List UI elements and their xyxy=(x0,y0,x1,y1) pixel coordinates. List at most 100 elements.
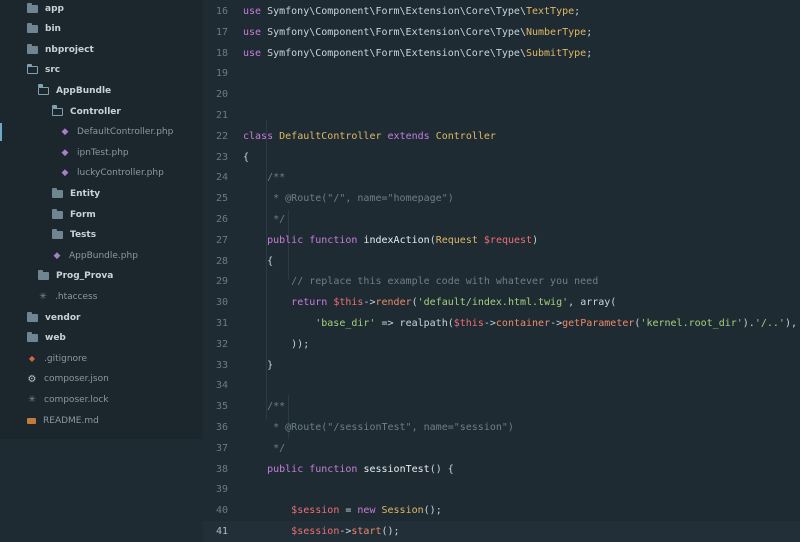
folder-icon xyxy=(27,23,38,34)
code-line[interactable]: 18 use Symfony\Component\Form\Extension\C… xyxy=(203,43,800,64)
tree-item[interactable]: vendor xyxy=(0,308,203,328)
line-number: 38 xyxy=(215,463,228,475)
code-line[interactable]: 40 $session = new Session(); xyxy=(203,500,800,521)
php-file-icon: ◆ xyxy=(61,147,69,158)
folder-icon xyxy=(38,270,49,281)
tree-item[interactable]: ◆ DefaultController.php xyxy=(0,122,203,142)
tree-item[interactable]: Controller xyxy=(0,102,203,122)
lock-file-icon: ✳ xyxy=(28,394,36,405)
tree-item[interactable]: Entity xyxy=(0,184,203,204)
tree-item-label: DefaultController.php xyxy=(77,127,174,138)
tree-item[interactable]: ⚙ composer.json xyxy=(0,369,203,389)
folder-icon xyxy=(52,229,63,240)
line-number: 33 xyxy=(215,359,228,371)
tree-item[interactable]: Form xyxy=(0,205,203,225)
tree-item[interactable]: src xyxy=(0,60,203,80)
tree-item[interactable]: bin xyxy=(0,19,203,39)
code-line[interactable]: 16 use Symfony\Component\Form\Extension\C… xyxy=(203,1,800,22)
code-text: )); xyxy=(243,338,310,350)
code-line[interactable]: 27 public function indexAction(Request $… xyxy=(203,230,800,251)
code-line[interactable]: 23 { xyxy=(203,147,800,168)
tree-item[interactable]: ◆ luckyController.php xyxy=(0,163,203,183)
php-file-icon: ◆ xyxy=(61,127,69,138)
tree-item-label: app xyxy=(45,3,64,14)
tree-item[interactable]: app xyxy=(0,0,203,19)
code-line[interactable]: 41 $session->start(); xyxy=(203,521,800,542)
code-line[interactable]: 24 /** xyxy=(203,167,800,188)
tree-item[interactable]: Prog_Prova xyxy=(0,266,203,286)
code-line[interactable]: 32 )); xyxy=(203,334,800,355)
tree-item-label: Tests xyxy=(70,230,97,241)
tree-item-label: Prog_Prova xyxy=(56,271,114,282)
code-line[interactable]: 22 class DefaultController extends Contro… xyxy=(203,126,800,147)
tree-item-label: AppBundle xyxy=(56,85,112,96)
tree-item[interactable]: ✳ .htaccess xyxy=(0,287,203,307)
code-line[interactable]: 36 * @Route("/sessionTest", name="sessio… xyxy=(203,417,800,438)
code-line[interactable]: 35 /** xyxy=(203,396,800,417)
code-line[interactable]: 33 } xyxy=(203,355,800,376)
code-text: return $this->render('default/index.html… xyxy=(291,297,617,309)
code-text: class DefaultController extends Controll… xyxy=(243,130,496,142)
code-line[interactable]: 25 * @Route("/", name="homepage") xyxy=(203,188,800,209)
tree-item-label: composer.json xyxy=(44,374,109,385)
tree-item-label: README.md xyxy=(43,415,99,426)
code-line[interactable]: 37 */ xyxy=(203,438,800,459)
code-text: * @Route("/sessionTest", name="session") xyxy=(267,422,514,433)
tree-item[interactable]: ◆ AppBundle.php xyxy=(0,246,203,266)
line-number: 21 xyxy=(215,110,228,121)
line-number: 41 xyxy=(215,526,228,537)
tree-item[interactable]: nbproject xyxy=(0,40,203,60)
folder-icon xyxy=(27,332,38,343)
line-number: 17 xyxy=(215,26,228,38)
code-line[interactable]: 31 'base_dir' => realpath($this->contain… xyxy=(203,313,800,334)
tree-item[interactable]: AppBundle xyxy=(0,81,203,101)
folder-icon xyxy=(27,311,38,322)
config-file-icon: ✳ xyxy=(39,291,47,302)
line-number: 23 xyxy=(215,151,228,163)
code-line[interactable]: 34 xyxy=(203,375,800,396)
code-text: public function sessionTest() { xyxy=(267,463,454,475)
folder-open-icon xyxy=(26,63,38,75)
code-line[interactable]: 29 // replace this example code with wha… xyxy=(203,271,800,292)
tree-item[interactable]: Tests xyxy=(0,225,203,245)
line-number: 20 xyxy=(215,89,228,101)
code-text: { xyxy=(243,151,250,163)
code-line[interactable]: 17 use Symfony\Component\Form\Extension\C… xyxy=(203,22,800,43)
line-number: 16 xyxy=(215,6,228,17)
tree-item[interactable]: README.md xyxy=(0,411,203,431)
code-line[interactable]: 30 return $this->render('default/index.h… xyxy=(203,292,800,313)
tree-item[interactable]: ◆ ipnTest.php xyxy=(0,143,203,163)
tree-item-label: Entity xyxy=(70,188,101,199)
line-number: 28 xyxy=(215,255,228,267)
code-line[interactable]: 19 xyxy=(203,63,800,84)
code-line[interactable]: 26 */ xyxy=(203,209,800,230)
tree-item[interactable]: ◆ .gitignore xyxy=(0,349,203,369)
markdown-icon xyxy=(27,417,36,424)
code-line[interactable]: 21 xyxy=(203,105,800,126)
code-line[interactable]: 39 xyxy=(203,479,800,500)
tree-item-label: AppBundle.php xyxy=(69,250,138,261)
line-number: 40 xyxy=(215,505,228,517)
code-line[interactable]: 38 public function sessionTest() { xyxy=(203,459,800,480)
git-icon: ◆ xyxy=(28,354,36,364)
code-editor[interactable]: 16 use Symfony\Component\Form\Extension\C… xyxy=(203,0,800,542)
tree-item[interactable]: ✳ composer.lock xyxy=(0,390,203,410)
folder-open-icon xyxy=(51,105,63,116)
code-line[interactable]: 20 xyxy=(203,84,800,105)
code-text: // replace this example code with whatev… xyxy=(291,276,599,288)
line-number: 27 xyxy=(215,234,228,246)
code-text: use Symfony\Component\Form\Extension\Cor… xyxy=(243,26,593,38)
code-text: */ xyxy=(267,214,286,225)
folder-icon xyxy=(27,43,38,54)
folder-icon xyxy=(27,2,38,13)
line-number: 35 xyxy=(215,401,228,413)
tree-item[interactable]: web xyxy=(0,328,203,348)
line-number: 25 xyxy=(215,193,228,205)
line-number: 37 xyxy=(215,442,228,454)
line-number: 31 xyxy=(215,318,228,329)
active-file-marker xyxy=(0,123,2,141)
code-line[interactable]: 28 { xyxy=(203,251,800,272)
code-text: /** xyxy=(267,172,286,184)
code-text: $session->start(); xyxy=(291,526,400,537)
line-number: 18 xyxy=(215,47,228,59)
